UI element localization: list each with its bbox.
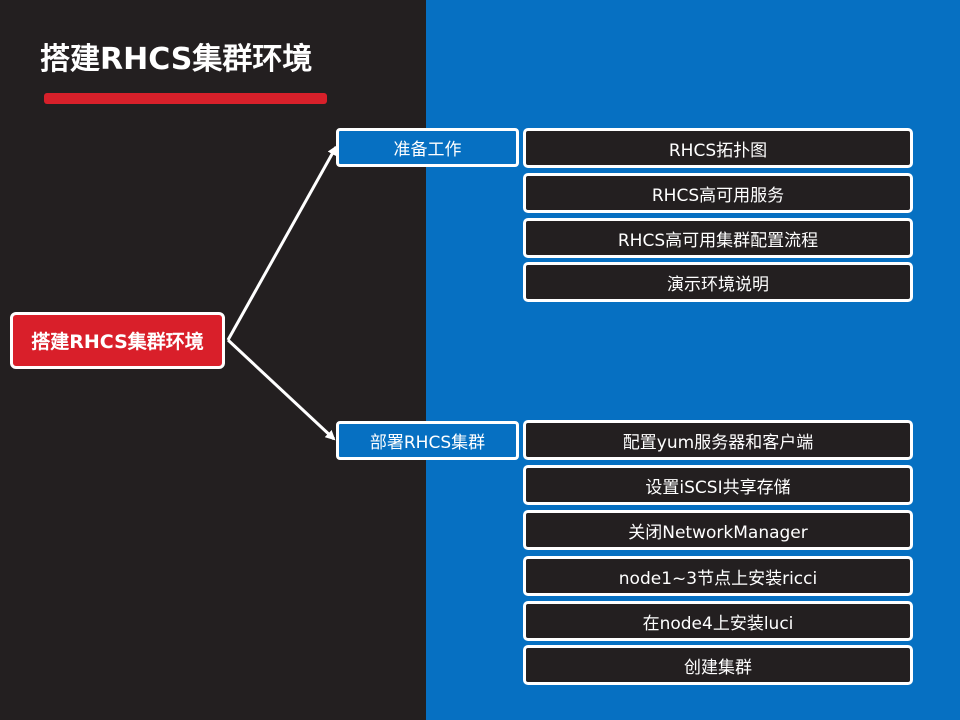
leaf-node-prepare-3: RHCS高可用集群配置流程 <box>523 218 913 258</box>
leaf-node-prepare-1: RHCS拓扑图 <box>523 128 913 168</box>
branch-node-prepare: 准备工作 <box>336 128 519 167</box>
mindmap-root-node: 搭建RHCS集群环境 <box>10 312 225 369</box>
connector-root-to-branch-2 <box>226 338 336 441</box>
leaf-node-deploy-6: 创建集群 <box>523 645 913 685</box>
leaf-node-deploy-4: node1~3节点上安装ricci <box>523 556 913 596</box>
branch-node-deploy: 部署RHCS集群 <box>336 421 519 460</box>
leaf-node-deploy-2: 设置iSCSI共享存储 <box>523 465 913 505</box>
leaf-node-prepare-2: RHCS高可用服务 <box>523 173 913 213</box>
leaf-node-deploy-5: 在node4上安装luci <box>523 601 913 641</box>
leaf-node-deploy-3: 关闭NetworkManager <box>523 510 913 550</box>
connector-root-to-branch-1 <box>226 145 338 341</box>
leaf-node-deploy-1: 配置yum服务器和客户端 <box>523 420 913 460</box>
leaf-node-prepare-4: 演示环境说明 <box>523 262 913 302</box>
